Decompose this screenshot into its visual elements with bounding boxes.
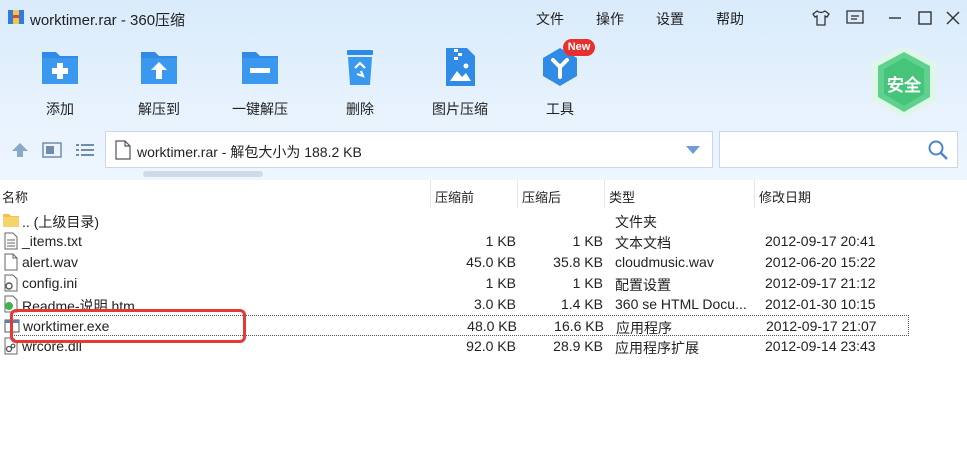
delete-label: 删除 [346, 101, 374, 117]
file-size-before: 1 KB [485, 275, 516, 291]
file-name: wrcore.dll [22, 338, 82, 354]
extract-to-button[interactable]: 解压到 [111, 46, 207, 119]
file-type: cloudmusic.wav [615, 254, 714, 270]
html-file-icon [3, 295, 19, 313]
file-row[interactable]: Readme-说明.htm 3.0 KB 1.4 KB 360 se HTML Doc… [0, 294, 910, 315]
search-box[interactable] [719, 131, 958, 168]
rar-app-icon [8, 10, 24, 24]
file-size-before: 92.0 KB [466, 338, 516, 354]
menu-help[interactable]: 帮助 [716, 9, 744, 29]
file-modified-date: 2012-09-14 23:43 [765, 338, 876, 354]
file-name: config.ini [22, 275, 78, 291]
dll-file-icon [3, 337, 19, 355]
file-size-before: 3.0 KB [473, 296, 516, 312]
thumbnail-view-button[interactable] [41, 140, 63, 160]
file-name: _items.txt [22, 233, 82, 249]
add-button[interactable]: 添加 [12, 46, 108, 119]
file-size-after: 35.8 KB [553, 254, 603, 270]
one-click-extract-button[interactable]: 一键解压 [212, 46, 308, 119]
minimize-icon[interactable] [884, 7, 906, 29]
one-click-extract-icon [239, 46, 281, 88]
file-row[interactable]: worktimer.exe 48.0 KB 16.6 KB 应用程序 2012-09-1… [4, 315, 909, 336]
file-row[interactable]: wrcore.dll 92.0 KB 28.9 KB 应用程序扩展 2012-09-14… [0, 336, 910, 357]
add-label: 添加 [46, 101, 74, 117]
delete-button[interactable]: 删除 [312, 46, 408, 119]
extract-to-label: 解压到 [138, 101, 180, 117]
file-row[interactable]: alert.wav 45.0 KB 35.8 KB cloudmusic.wav 201… [0, 252, 910, 273]
window-title: worktimer.rar - 360压缩 [30, 12, 186, 29]
skin-icon[interactable] [810, 7, 832, 29]
file-type: 应用程序扩展 [615, 340, 699, 356]
image-compress-icon [439, 46, 481, 88]
file-size-after: 1 KB [572, 233, 603, 249]
new-badge: New [563, 39, 595, 56]
file-size-before: 1 KB [485, 233, 516, 249]
file-size-before: 45.0 KB [466, 254, 516, 270]
close-icon[interactable] [942, 7, 964, 29]
column-divider[interactable] [517, 180, 518, 208]
column-header: 名称 压缩前 压缩后 类型 修改日期 [0, 180, 967, 208]
file-size-after: 28.9 KB [553, 338, 603, 354]
image-compress-button[interactable]: 图片压缩 [412, 46, 508, 119]
feedback-icon[interactable] [844, 7, 866, 29]
up-directory-button[interactable] [9, 140, 31, 160]
file-name: alert.wav [22, 254, 79, 270]
safe-label: 安全 [887, 76, 921, 95]
recycle-bin-icon [339, 46, 381, 88]
title-bar: worktimer.rar - 360压缩 文件 操作 设置 帮助 [0, 0, 967, 34]
menu-operate[interactable]: 操作 [596, 9, 624, 29]
file-name: Readme-说明.htm [22, 298, 135, 314]
tools-button[interactable]: 工具 [512, 46, 608, 119]
file-row[interactable]: .. (上级目录) 文件夹 [0, 210, 910, 231]
file-name: worktimer.exe [23, 318, 110, 334]
file-icon [3, 253, 19, 271]
add-icon [39, 46, 81, 88]
maximize-icon[interactable] [914, 7, 936, 29]
file-type: 配置设置 [615, 277, 671, 293]
column-divider[interactable] [604, 180, 605, 208]
file-type: 360 se HTML Docu... [615, 296, 747, 312]
file-size-after: 1 KB [572, 275, 603, 291]
search-icon[interactable] [927, 139, 949, 161]
file-row[interactable]: _items.txt 1 KB 1 KB 文本文档 2012-09-17 20:41 [0, 231, 910, 252]
safe-shield-icon[interactable]: 安全 [866, 44, 942, 120]
col-type[interactable]: 类型 [609, 187, 635, 206]
menu-settings[interactable]: 设置 [656, 9, 684, 29]
col-modified[interactable]: 修改日期 [759, 187, 811, 206]
tools-label: 工具 [546, 101, 574, 117]
column-divider[interactable] [754, 180, 755, 208]
one-click-extract-label: 一键解压 [232, 101, 288, 117]
file-modified-date: 2012-01-30 10:15 [765, 296, 876, 312]
file-type: 文本文档 [615, 235, 671, 251]
extract-to-icon [138, 46, 180, 88]
text-file-icon [3, 232, 19, 250]
column-divider[interactable] [430, 180, 431, 208]
settings-file-icon [3, 274, 19, 292]
file-size-after: 1.4 KB [560, 296, 603, 312]
col-name[interactable]: 名称 [2, 187, 28, 206]
address-path: worktimer.rar - 解包大小为 188.2 KB [137, 144, 362, 160]
file-size-before: 48.0 KB [467, 318, 517, 334]
file-modified-date: 2012-09-17 21:07 [766, 318, 877, 334]
file-name: .. (上级目录) [22, 214, 99, 230]
col-after[interactable]: 压缩后 [522, 187, 561, 206]
list-view-button[interactable] [74, 140, 96, 160]
file-size-after: 16.6 KB [554, 318, 604, 334]
document-icon [115, 140, 131, 160]
image-compress-label: 图片压缩 [432, 101, 488, 117]
exe-file-icon [4, 317, 20, 335]
folder-icon [3, 211, 19, 229]
menu-file[interactable]: 文件 [536, 9, 564, 29]
file-modified-date: 2012-09-17 20:41 [765, 233, 876, 249]
address-dropdown-icon[interactable] [686, 146, 700, 154]
file-modified-date: 2012-09-17 21:12 [765, 275, 876, 291]
file-type: 文件夹 [615, 214, 657, 230]
file-row[interactable]: config.ini 1 KB 1 KB 配置设置 2012-09-17 21:12 [0, 273, 910, 294]
horizontal-scroll-hint [143, 171, 263, 177]
file-modified-date: 2012-06-20 15:22 [765, 254, 876, 270]
file-type: 应用程序 [616, 320, 672, 336]
address-bar[interactable]: worktimer.rar - 解包大小为 188.2 KB [105, 131, 713, 168]
col-before[interactable]: 压缩前 [435, 187, 474, 206]
